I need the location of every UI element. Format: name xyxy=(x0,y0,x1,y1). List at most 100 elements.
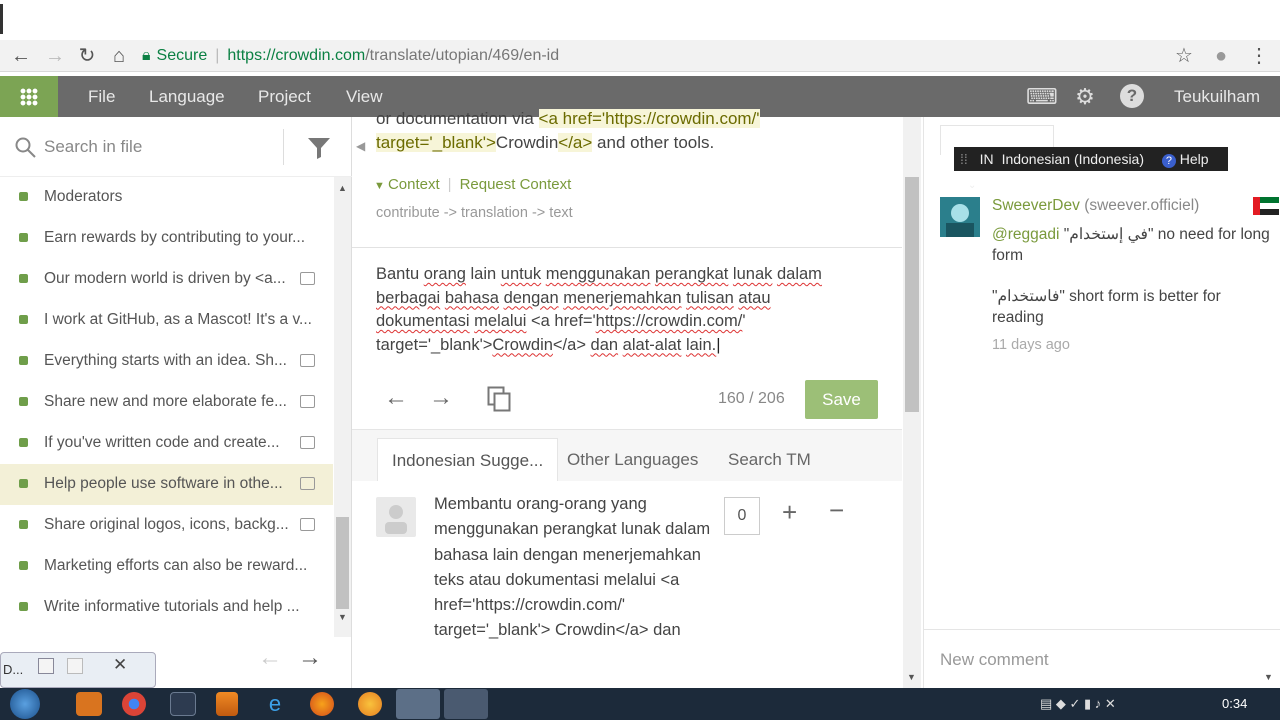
file-item-label: Write informative tutorials and help ... xyxy=(44,598,300,615)
context-toggle[interactable]: Context xyxy=(388,176,440,193)
file-item-label: Help people use software in othe... xyxy=(44,475,283,492)
app2-taskbar-icon[interactable] xyxy=(358,692,382,716)
collapse-left-icon[interactable]: ◀ xyxy=(356,139,365,153)
start-button-icon[interactable] xyxy=(10,689,40,719)
help-icon[interactable]: ? xyxy=(1120,84,1144,108)
chrome-active-taskbar-button[interactable] xyxy=(396,689,440,719)
vote-down-icon[interactable]: − xyxy=(829,495,844,526)
copy-source-icon[interactable] xyxy=(487,386,511,412)
save-button[interactable]: Save xyxy=(805,380,878,419)
file-list-item[interactable]: Moderators xyxy=(0,177,333,218)
address-bar[interactable]: 🔒︎ Secure | https://crowdin.com/translate/u… xyxy=(142,45,559,67)
new-comment-input[interactable]: New comment xyxy=(940,650,1049,670)
file-list-item[interactable]: Help people use software in othe... xyxy=(0,464,333,505)
next-file-icon[interactable]: → xyxy=(298,644,322,672)
minimized-window[interactable]: D... ✕ xyxy=(0,652,156,688)
apps-grid-button[interactable] xyxy=(0,76,58,117)
source-code-tag: target='_blank'> xyxy=(376,133,496,152)
file-list-item[interactable]: I work at GitHub, as a Mascot! It's a v.… xyxy=(0,300,333,341)
maximize-icon[interactable] xyxy=(67,658,83,674)
scroll-up-icon[interactable]: ▲ xyxy=(338,183,347,193)
app3-taskbar-button[interactable] xyxy=(444,689,488,719)
taskbar-clock[interactable]: 0:34 xyxy=(1222,696,1247,711)
language-name[interactable]: Indonesian (Indonesia) xyxy=(1002,151,1144,167)
system-tray-icons[interactable]: ▤ ◆ ✓ ▮ ♪ ✕ xyxy=(1040,696,1116,712)
file-item-label: I work at GitHub, as a Mascot! It's a v.… xyxy=(44,311,312,328)
home-icon[interactable]: ⌂ xyxy=(107,44,131,68)
menu-language[interactable]: Language xyxy=(149,76,225,117)
file-list-item[interactable]: Share new and more elaborate fe... xyxy=(0,382,333,423)
search-box[interactable]: Search in file xyxy=(0,117,352,177)
comment-author[interactable]: SweeverDev (sweever.officiel) xyxy=(992,197,1199,215)
forward-icon[interactable]: → xyxy=(43,44,67,68)
restore-icon[interactable] xyxy=(38,658,54,674)
sidebar-scroll-thumb[interactable] xyxy=(336,517,349,609)
scroll-down-icon[interactable]: ▼ xyxy=(338,612,347,622)
file-list-item[interactable]: Our modern world is driven by <a... xyxy=(0,259,333,300)
explorer-taskbar-icon[interactable] xyxy=(76,692,102,716)
comment-username[interactable]: SweeverDev xyxy=(992,197,1080,214)
new-comment-box[interactable]: New comment ▼ xyxy=(924,629,1280,688)
comment-paragraph-1: @reggadi "في إستخدام" no need for long f… xyxy=(992,224,1272,266)
translation-word: berbagai xyxy=(376,288,441,307)
filter-icon[interactable] xyxy=(307,136,331,160)
drag-handle-icon[interactable]: ⁞⁞ xyxy=(960,151,968,167)
translation-word: dan xyxy=(590,335,619,354)
help-label[interactable]: Help xyxy=(1180,151,1209,167)
internet-explorer-taskbar-icon[interactable]: e xyxy=(262,692,288,716)
file-list-item[interactable]: If you've written code and create... xyxy=(0,423,333,464)
back-icon[interactable]: ← xyxy=(9,44,33,68)
gear-icon[interactable]: ⚙ xyxy=(1072,84,1098,110)
close-icon[interactable]: ✕ xyxy=(113,655,127,675)
chrome-taskbar-icon[interactable] xyxy=(122,692,146,716)
context-separator: | xyxy=(447,176,452,193)
firefox-taskbar-icon[interactable] xyxy=(310,692,334,716)
editor-scrollbar[interactable]: ▼ xyxy=(903,117,921,688)
translation-textarea[interactable]: Bantu orang lain untuk menggunakan peran… xyxy=(376,263,856,357)
menu-file[interactable]: File xyxy=(88,76,115,117)
keyboard-icon[interactable]: ⌨ xyxy=(1026,84,1058,110)
next-arrow-icon[interactable]: → xyxy=(429,384,453,412)
app-taskbar-icon[interactable] xyxy=(170,692,196,716)
scroll-down-icon[interactable]: ▼ xyxy=(1264,672,1273,682)
language-widget[interactable]: ⁞⁞ IN Indonesian (Indonesia) ? Help ⌄ xyxy=(954,147,1228,191)
bookmark-star-icon[interactable]: ☆ xyxy=(1172,44,1196,68)
file-list-item[interactable]: Earn rewards by contributing to your... xyxy=(0,218,333,259)
reload-icon[interactable]: ↻ xyxy=(75,44,99,68)
comment-timestamp: 11 days ago xyxy=(992,337,1070,353)
file-list-item[interactable]: Marketing efforts can also be reward... xyxy=(0,546,333,587)
file-list-item[interactable]: Share original logos, icons, backg... xyxy=(0,505,333,546)
search-input[interactable]: Search in file xyxy=(44,137,142,157)
vlc-taskbar-icon[interactable] xyxy=(216,692,238,716)
vote-count: 0 xyxy=(724,497,760,535)
suggestion-text[interactable]: Membantu orang-orang yang menggunakan pe… xyxy=(434,492,714,644)
request-context-link[interactable]: Request Context xyxy=(460,176,572,193)
comment-bubble-icon xyxy=(300,395,315,408)
file-list-item[interactable]: Write informative tutorials and help ... xyxy=(0,587,333,628)
translation-word: menggunakan xyxy=(545,265,651,283)
browser-menu-icon[interactable]: ⋮ xyxy=(1247,44,1271,68)
editor-scroll-thumb[interactable] xyxy=(905,177,919,412)
sidebar-scrollbar[interactable]: ▲ ▼ xyxy=(334,177,351,637)
translation-word: lunak xyxy=(732,265,773,283)
menu-project[interactable]: Project xyxy=(258,76,311,117)
vote-up-icon[interactable]: + xyxy=(782,497,797,528)
tab-search-tm[interactable]: Search TM xyxy=(714,438,825,481)
status-dot-icon xyxy=(19,561,28,570)
extension-icon[interactable]: ● xyxy=(1209,44,1233,68)
editor-toolbar: ← → 160 / 206 Save xyxy=(352,372,902,428)
comment-bubble-icon xyxy=(300,272,315,285)
previous-file-icon[interactable]: ← xyxy=(258,644,282,672)
tab-indonesian-suggestions[interactable]: Indonesian Sugge... xyxy=(377,438,559,481)
scroll-down-icon[interactable]: ▼ xyxy=(907,672,916,682)
source-text: and other tools. xyxy=(592,133,715,152)
dropdown-icon[interactable]: ⌄ xyxy=(968,180,976,191)
translation-word: melalui xyxy=(474,312,527,330)
browser-title-strip xyxy=(0,0,1280,40)
previous-arrow-icon[interactable]: ← xyxy=(384,384,408,412)
username-menu[interactable]: Teukuilham xyxy=(1174,76,1260,117)
file-list-item[interactable]: Everything starts with an idea. Sh... xyxy=(0,341,333,382)
tab-other-languages[interactable]: Other Languages xyxy=(553,438,712,481)
comment-mention[interactable]: @reggadi xyxy=(992,226,1059,243)
url-path: /translate/utopian/469/en-id xyxy=(365,47,560,64)
